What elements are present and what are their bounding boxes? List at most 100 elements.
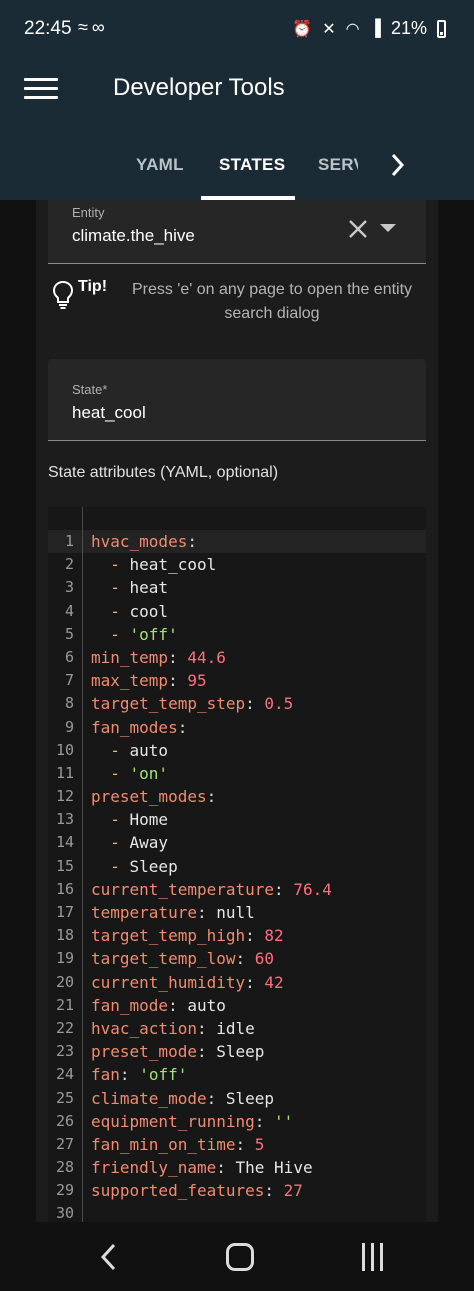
signal-icon: ▐ [369,19,381,37]
menu-button[interactable] [24,78,58,100]
line-number: 23 [55,1042,74,1061]
line-number: 2 [64,555,74,574]
line-number: 20 [55,972,74,991]
yaml-dash: - [91,624,130,644]
yaml-item: Away [129,833,169,853]
line-number: 13 [55,810,74,829]
yaml-item: cool [129,601,169,621]
yaml-space [274,1181,284,1200]
state-field[interactable]: State* heat_cool [48,359,426,441]
yaml-space [255,973,265,992]
line-text: - cool [91,600,168,623]
wifi-icon: ◠ [345,20,360,38]
yaml-value: 0.5 [264,694,294,714]
yaml-space [264,1112,274,1131]
yaml-value: 42 [264,972,284,992]
line-number: 11 [55,763,74,782]
line-number: 22 [55,1018,74,1037]
yaml-value: idle [216,1018,255,1038]
yaml-value: auto [187,995,226,1015]
code-lines: 1 hvac_modes: 2 - heat_cool 3 - heat 4 - coo… [48,530,426,1222]
recents-button[interactable] [360,1243,386,1271]
yaml-value: Sleep [225,1088,275,1108]
yaml-space [130,1065,140,1084]
lightbulb-icon [52,280,74,309]
line-text: hvac_action: idle [91,1017,255,1040]
tab-states[interactable]: STATES [219,155,285,175]
yaml-key: fan [91,1065,120,1085]
chevron-right-icon [391,153,405,177]
line-number: 8 [64,694,74,713]
line-text: current_humidity: 42 [91,971,284,994]
line-text: current_temperature: 76.4 [91,878,332,901]
code-line: 7 max_temp: 95 [48,669,426,692]
tabs-scroll-right-button[interactable] [384,145,412,185]
code-line: 21 fan_mode: auto [48,994,426,1017]
home-button[interactable] [226,1243,254,1271]
state-field-value[interactable]: heat_cool [72,403,146,423]
yaml-colon: : [168,995,178,1015]
code-line: 19 target_temp_low: 60 [48,947,426,970]
yaml-colon: : [187,532,197,551]
yaml-colon: : [177,717,188,737]
line-number: 6 [64,647,74,666]
yaml-space [178,671,188,690]
entity-field-label: Entity [72,205,105,220]
yaml-value: 5 [254,1134,265,1154]
yaml-space [207,1042,217,1061]
caret-down-icon[interactable] [380,224,396,232]
line-number: 9 [64,717,74,736]
line-text: fan_modes: [91,716,187,739]
yaml-dash: - [91,833,130,853]
alarm-icon: ⏰ [292,20,313,38]
yaml-colon: : [168,671,178,691]
code-line: 27 fan_min_on_time: 5 [48,1133,426,1156]
yaml-colon: : [245,694,255,714]
yaml-item: auto [129,740,169,760]
tab-services[interactable]: SERVICES [318,155,358,175]
line-text: friendly_name: The Hive [91,1156,313,1179]
back-button[interactable] [96,1240,122,1274]
line-text: preset_mode: Sleep [91,1040,264,1063]
line-text: - heat_cool [91,553,216,576]
code-line: 29 supported_features: 27 [48,1179,426,1202]
notification-icons: ≈∞ [78,17,109,37]
back-icon [100,1243,116,1271]
yaml-key: current_temperature [91,879,275,899]
yaml-dash: - [91,763,130,783]
line-number: 12 [55,787,74,806]
code-line: 3 - heat [48,576,426,599]
code-line: 8 target_temp_step: 0.5 [48,692,426,715]
menu-icon [24,78,58,81]
line-number: 14 [55,833,74,852]
clear-button[interactable] [346,218,370,242]
battery-icon [437,19,446,38]
line-text: preset_modes: [91,785,216,808]
yaml-item: heat_cool [129,555,217,575]
entity-field-value[interactable]: climate.the_hive [72,226,195,246]
tip-label: Tip! [78,278,108,295]
yaml-dash: - [91,555,130,575]
yaml-key: equipment_running [91,1111,255,1131]
line-text: - 'off' [91,623,177,646]
yaml-editor[interactable]: 1 hvac_modes: 2 - heat_cool 3 - heat 4 - coo… [48,507,426,1222]
entity-field[interactable]: Entity climate.the_hive [48,200,426,264]
yaml-item: 'on' [129,763,169,783]
yaml-key: hvac_action [91,1018,197,1038]
yaml-value: 76.4 [293,879,332,899]
yaml-value: The Hive [235,1158,313,1178]
yaml-dash: - [91,810,130,830]
yaml-item: heat [129,578,169,598]
yaml-item: Home [129,810,169,830]
yaml-key: climate_mode [91,1088,207,1108]
yaml-key: fan_min_on_time [91,1134,236,1154]
yaml-colon: : [196,903,207,922]
tab-yaml[interactable]: YAML [136,155,184,175]
line-text: fan: 'off' [91,1063,187,1086]
code-line: 28 friendly_name: The Hive [48,1156,426,1179]
line-number: 30 [55,1204,74,1222]
yaml-value: 44.6 [187,647,226,667]
line-number: 26 [55,1111,74,1130]
line-number: 21 [55,995,74,1014]
yaml-space [216,1089,226,1108]
